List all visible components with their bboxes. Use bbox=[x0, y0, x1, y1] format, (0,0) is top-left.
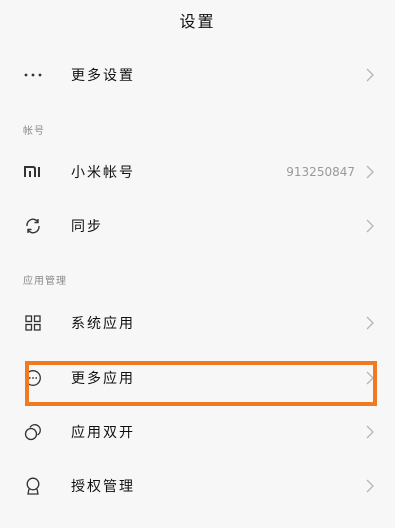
permissions-row[interactable]: 授权管理 bbox=[0, 459, 395, 513]
chevron-right-icon bbox=[365, 370, 375, 386]
more-settings-label: 更多设置 bbox=[71, 68, 135, 84]
chevron-right-icon bbox=[365, 424, 375, 440]
mi-account-label: 小米帐号 bbox=[71, 165, 135, 181]
section-header-account: 帐号 bbox=[23, 126, 45, 137]
mi-logo-icon bbox=[23, 162, 43, 182]
chevron-right-icon bbox=[365, 164, 375, 180]
system-apps-label: 系统应用 bbox=[71, 316, 135, 332]
more-circle-icon bbox=[23, 368, 43, 388]
system-apps-row[interactable]: 系统应用 bbox=[0, 296, 395, 350]
dual-apps-row[interactable]: 应用双开 bbox=[0, 405, 395, 459]
more-apps-label: 更多应用 bbox=[71, 371, 135, 387]
permissions-label: 授权管理 bbox=[71, 479, 135, 495]
sync-icon bbox=[23, 216, 43, 236]
sync-row[interactable]: 同步 bbox=[0, 199, 395, 253]
dual-circle-icon bbox=[23, 422, 43, 442]
chevron-right-icon bbox=[365, 315, 375, 331]
section-header-app-management: 应用管理 bbox=[23, 276, 67, 287]
grid-icon bbox=[23, 313, 43, 333]
chevron-right-icon bbox=[365, 67, 375, 83]
sync-label: 同步 bbox=[71, 219, 103, 235]
more-dots-icon bbox=[23, 65, 43, 85]
dual-apps-label: 应用双开 bbox=[71, 425, 135, 441]
chevron-right-icon bbox=[365, 478, 375, 494]
badge-icon bbox=[23, 476, 43, 496]
mi-account-row[interactable]: 小米帐号 913250847 bbox=[0, 145, 395, 199]
more-apps-row[interactable]: 更多应用 bbox=[0, 351, 395, 405]
page-title: 设置 bbox=[179, 12, 216, 31]
chevron-right-icon bbox=[365, 218, 375, 234]
mi-account-id: 913250847 bbox=[286, 165, 355, 179]
more-settings-row[interactable]: 更多设置 bbox=[0, 48, 395, 102]
settings-page: 设置 更多设置 帐号 小米帐号 913250847 同步 应用管理 系统应用 更… bbox=[0, 0, 395, 528]
